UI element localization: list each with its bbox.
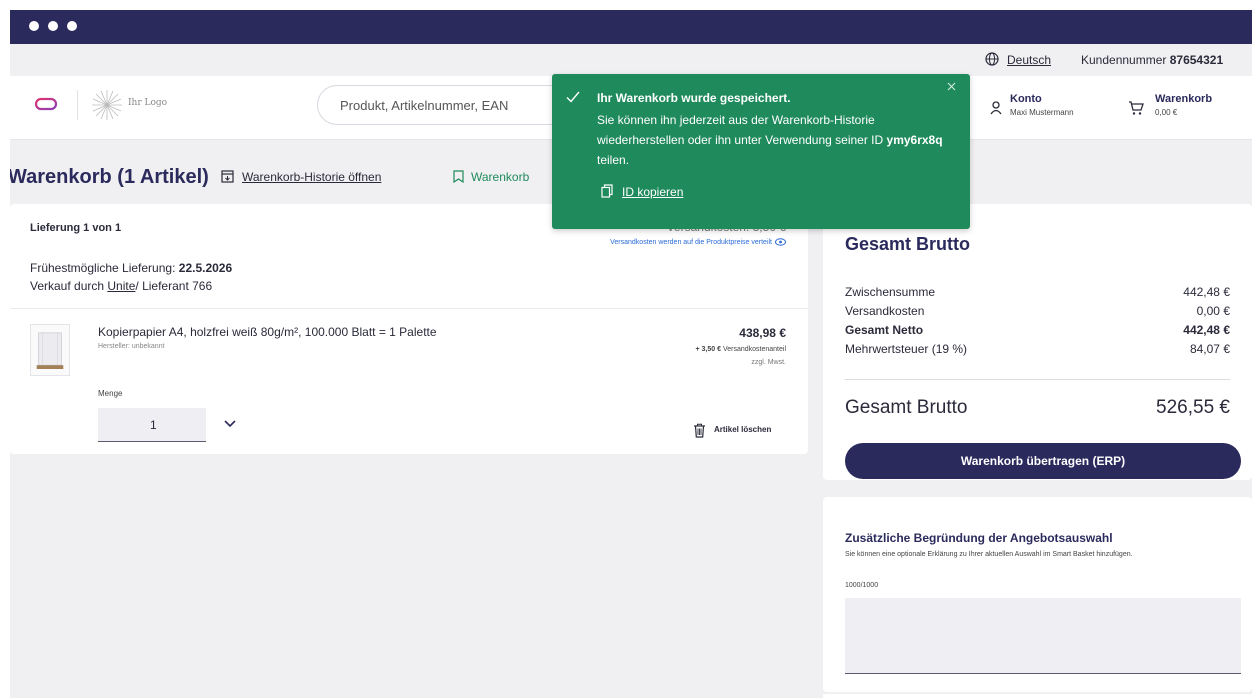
copy-icon[interactable] xyxy=(601,184,613,198)
transfer-erp-button[interactable]: Warenkorb übertragen (ERP) xyxy=(845,443,1241,479)
brand-logo-icon[interactable] xyxy=(34,92,58,116)
account-user-name: Maxi Mustermann xyxy=(1010,108,1074,117)
seller-link[interactable]: Unite xyxy=(107,279,135,293)
history-icon[interactable] xyxy=(221,170,234,183)
search-placeholder: Produkt, Artikelnummer, EAN xyxy=(340,98,509,113)
product-name[interactable]: Kopierpapier A4, holzfrei weiß 80g/m², 1… xyxy=(98,325,437,339)
divider xyxy=(10,308,808,309)
cart-link[interactable]: Warenkorb xyxy=(1155,93,1212,105)
history-link[interactable]: Warenkorb-Historie öffnen xyxy=(242,170,381,184)
summary-title: Gesamt Brutto xyxy=(845,234,971,254)
close-icon[interactable] xyxy=(947,82,956,91)
window-dot-maximize[interactable] xyxy=(67,21,77,31)
bookmark-icon[interactable] xyxy=(453,170,464,183)
divider xyxy=(845,379,1230,380)
toast-message: Sie können ihn jederzeit aus der Warenko… xyxy=(597,113,943,167)
your-logo-icon xyxy=(92,90,122,120)
next-card-edge xyxy=(823,694,1252,698)
shipping-share: + 3,50 € Versandkostenanteil xyxy=(695,346,787,353)
justification-card: Zusätzliche Begründung der Angebotsauswa… xyxy=(823,497,1252,692)
eye-icon xyxy=(775,238,786,246)
logo-separator xyxy=(77,90,78,120)
utility-bar: Deutsch Kundennummer 87654321 xyxy=(10,44,1252,76)
globe-icon xyxy=(985,52,999,66)
save-cart-link[interactable]: Warenkorb xyxy=(471,170,529,184)
window-titlebar xyxy=(10,10,1252,44)
copy-id-link[interactable]: ID kopieren xyxy=(622,185,683,199)
quantity-label: Menge xyxy=(98,389,123,398)
gross-total-label: Gesamt Brutto xyxy=(845,397,968,418)
search-input[interactable]: Produkt, Artikelnummer, EAN xyxy=(317,85,577,125)
your-logo-text: Ihr Logo xyxy=(128,98,168,108)
cart-id: ymy6rx8q xyxy=(886,133,943,147)
window-dot-minimize[interactable] xyxy=(48,21,58,31)
browser-window: Deutsch Kundennummer 87654321 Ihr Logo P… xyxy=(10,10,1252,698)
seller-info: Verkauf durch Unite/ Lieferant 766 xyxy=(30,279,213,293)
quantity-select[interactable]: 1 xyxy=(98,408,206,442)
page-title: Warenkorb (1 Artikel) xyxy=(10,166,209,188)
customer-number: Kundennummer 87654321 xyxy=(1081,53,1224,67)
product-price: 438,98 € xyxy=(739,326,786,340)
account-link[interactable]: Konto xyxy=(1010,93,1042,105)
account-icon[interactable] xyxy=(990,101,1002,115)
earliest-delivery: Frühestmögliche Lieferung: 22.5.2026 xyxy=(30,261,233,275)
success-toast: Ihr Warenkorb wurde gespeichert. Sie kön… xyxy=(552,74,970,229)
character-counter: 1000/1000 xyxy=(845,582,879,589)
summary-card: Gesamt Brutto Zwischensumme 442,48 € Vers… xyxy=(823,204,1252,480)
toast-title: Ihr Warenkorb wurde gespeichert. xyxy=(597,91,791,105)
quantity-value: 1 xyxy=(150,418,157,432)
shipping-note[interactable]: Versandkosten werden auf die Produktprei… xyxy=(610,238,786,246)
justification-description: Sie können eine optionale Erklärung zu I… xyxy=(845,551,1133,558)
gross-total-value: 526,55 € xyxy=(1156,397,1230,418)
vat-note: zzgl. Mwst. xyxy=(751,359,786,366)
language-link[interactable]: Deutsch xyxy=(1007,53,1051,67)
check-icon xyxy=(566,91,580,103)
trash-icon[interactable] xyxy=(693,423,706,438)
justification-textarea[interactable] xyxy=(845,598,1241,674)
window-dot-close[interactable] xyxy=(29,21,39,31)
product-manufacturer: Hersteller: unbekannt xyxy=(98,343,165,350)
cart-total: 0,00 € xyxy=(1155,108,1178,117)
chevron-down-icon[interactable] xyxy=(224,420,236,428)
justification-title: Zusätzliche Begründung der Angebotsauswa… xyxy=(845,531,1113,545)
cart-icon[interactable] xyxy=(1128,100,1144,116)
product-image[interactable] xyxy=(30,324,70,376)
delivery-heading: Lieferung 1 von 1 xyxy=(30,222,122,234)
delivery-card: Lieferung 1 von 1 Versandkosten: 3,50 € … xyxy=(10,204,808,454)
delete-item-button[interactable]: Artikel löschen xyxy=(714,425,771,434)
